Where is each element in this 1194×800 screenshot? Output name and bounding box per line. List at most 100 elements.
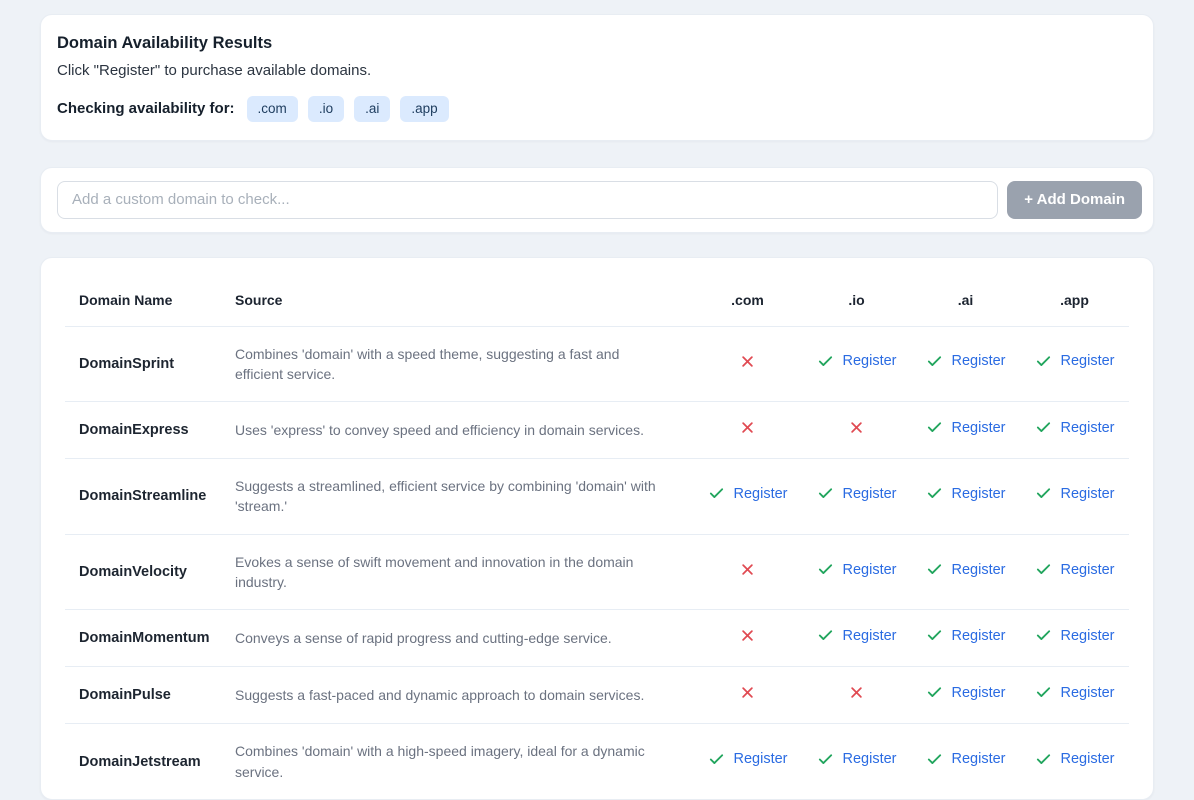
status-available-cell: Register: [911, 667, 1020, 724]
register-link[interactable]: Register: [926, 485, 1006, 502]
register-label: Register: [952, 486, 1006, 502]
column-header-com: .com: [693, 266, 802, 327]
status-available-cell: Register: [1020, 534, 1129, 610]
x-icon: [849, 685, 864, 700]
register-link[interactable]: Register: [1035, 419, 1115, 436]
x-icon: [740, 354, 755, 369]
status-unavailable-cell: [693, 402, 802, 459]
check-icon: [1035, 485, 1052, 502]
x-icon: [740, 420, 755, 435]
x-icon: [740, 562, 755, 577]
custom-domain-input[interactable]: [57, 181, 998, 219]
status-unavailable-cell: [802, 402, 911, 459]
status-available-cell: Register: [1020, 459, 1129, 535]
page-subtitle: Click "Register" to purchase available d…: [57, 62, 1137, 79]
tld-badge: .io: [308, 96, 344, 122]
results-table-card: Domain NameSource.com.io.ai.app DomainSp…: [40, 257, 1154, 800]
check-icon: [708, 485, 725, 502]
status-available-cell: Register: [802, 534, 911, 610]
check-icon: [926, 627, 943, 644]
register-link[interactable]: Register: [926, 684, 1006, 701]
status-available-cell: Register: [802, 326, 911, 402]
register-label: Register: [843, 353, 897, 369]
register-label: Register: [734, 486, 788, 502]
tld-badge: .com: [247, 96, 298, 122]
column-header-io: .io: [802, 266, 911, 327]
domain-name: DomainPulse: [65, 667, 227, 724]
table-row: DomainSprintCombines 'domain' with a spe…: [65, 326, 1129, 402]
tld-badge: .ai: [354, 96, 390, 122]
register-link[interactable]: Register: [1035, 561, 1115, 578]
domain-table-body: DomainSprintCombines 'domain' with a spe…: [65, 326, 1129, 799]
source-description: Combines 'domain' with a speed theme, su…: [227, 326, 693, 402]
register-label: Register: [843, 486, 897, 502]
register-label: Register: [1061, 628, 1115, 644]
column-header-source: Source: [227, 266, 693, 327]
status-available-cell: Register: [1020, 610, 1129, 667]
table-header-row: Domain NameSource.com.io.ai.app: [65, 266, 1129, 327]
register-link[interactable]: Register: [926, 561, 1006, 578]
register-label: Register: [952, 562, 1006, 578]
register-link[interactable]: Register: [926, 751, 1006, 768]
status-available-cell: Register: [1020, 667, 1129, 724]
register-link[interactable]: Register: [817, 353, 897, 370]
table-row: DomainStreamlineSuggests a streamlined, …: [65, 459, 1129, 535]
register-link[interactable]: Register: [817, 751, 897, 768]
register-link[interactable]: Register: [817, 485, 897, 502]
check-icon: [1035, 684, 1052, 701]
check-icon: [926, 485, 943, 502]
status-available-cell: Register: [911, 724, 1020, 799]
page-title: Domain Availability Results: [57, 34, 1137, 53]
register-link[interactable]: Register: [1035, 353, 1115, 370]
add-domain-bar: + Add Domain: [40, 167, 1154, 233]
check-icon: [926, 751, 943, 768]
register-link[interactable]: Register: [708, 485, 788, 502]
x-icon: [740, 628, 755, 643]
register-link[interactable]: Register: [1035, 684, 1115, 701]
table-row: DomainJetstreamCombines 'domain' with a …: [65, 724, 1129, 799]
table-row: DomainMomentumConveys a sense of rapid p…: [65, 610, 1129, 667]
register-link[interactable]: Register: [926, 353, 1006, 370]
check-icon: [1035, 419, 1052, 436]
column-header-app: .app: [1020, 266, 1129, 327]
domain-name: DomainSprint: [65, 326, 227, 402]
check-icon: [926, 353, 943, 370]
register-label: Register: [1061, 420, 1115, 436]
add-domain-button[interactable]: + Add Domain: [1007, 181, 1142, 219]
column-header-domain-name: Domain Name: [65, 266, 227, 327]
register-link[interactable]: Register: [817, 627, 897, 644]
table-row: DomainVelocityEvokes a sense of swift mo…: [65, 534, 1129, 610]
register-label: Register: [952, 353, 1006, 369]
register-link[interactable]: Register: [708, 751, 788, 768]
register-link[interactable]: Register: [1035, 485, 1115, 502]
domain-results-table: Domain NameSource.com.io.ai.app DomainSp…: [65, 266, 1129, 799]
source-description: Evokes a sense of swift movement and inn…: [227, 534, 693, 610]
register-link[interactable]: Register: [926, 419, 1006, 436]
register-label: Register: [1061, 751, 1115, 767]
check-icon: [1035, 353, 1052, 370]
register-label: Register: [734, 751, 788, 767]
register-link[interactable]: Register: [926, 627, 1006, 644]
register-link[interactable]: Register: [1035, 627, 1115, 644]
register-label: Register: [952, 628, 1006, 644]
check-icon: [1035, 561, 1052, 578]
register-label: Register: [952, 751, 1006, 767]
check-icon: [1035, 627, 1052, 644]
status-available-cell: Register: [802, 459, 911, 535]
check-icon: [926, 419, 943, 436]
status-available-cell: Register: [911, 402, 1020, 459]
source-description: Conveys a sense of rapid progress and cu…: [227, 610, 693, 667]
check-icon: [817, 485, 834, 502]
checking-label: Checking availability for:: [57, 100, 235, 117]
tld-badge: .app: [400, 96, 448, 122]
domain-name: DomainMomentum: [65, 610, 227, 667]
domain-name: DomainJetstream: [65, 724, 227, 799]
register-link[interactable]: Register: [1035, 751, 1115, 768]
register-link[interactable]: Register: [817, 561, 897, 578]
status-available-cell: Register: [1020, 326, 1129, 402]
check-icon: [817, 627, 834, 644]
register-label: Register: [1061, 685, 1115, 701]
source-description: Uses 'express' to convey speed and effic…: [227, 402, 693, 459]
source-description: Suggests a streamlined, efficient servic…: [227, 459, 693, 535]
check-icon: [817, 561, 834, 578]
